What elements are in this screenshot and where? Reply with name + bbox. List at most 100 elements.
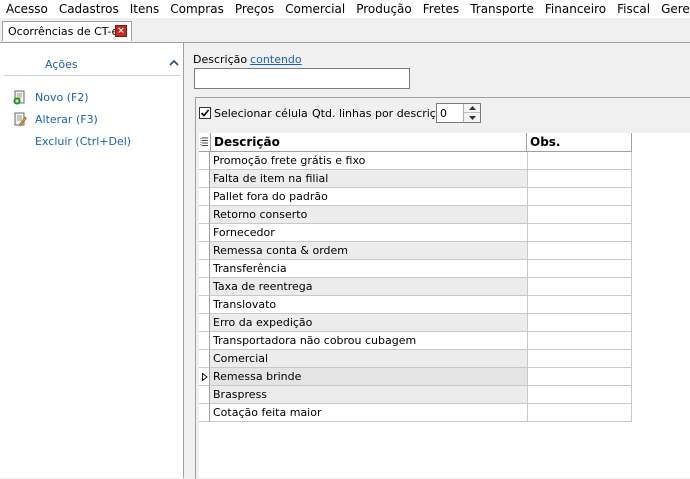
row-indicator[interactable] <box>199 368 210 386</box>
tab-ocorrencias-cte[interactable]: Ocorrências de CT-e × <box>2 21 132 41</box>
table-row[interactable]: Braspress <box>199 386 632 404</box>
cell-descricao[interactable]: Fornecedor <box>210 224 528 242</box>
menu-transporte[interactable]: Transporte <box>464 1 539 17</box>
row-indicator[interactable] <box>199 242 210 260</box>
row-indicator[interactable] <box>199 314 210 332</box>
cell-obs[interactable] <box>528 386 632 404</box>
edit-document-icon <box>14 112 27 127</box>
cell-descricao[interactable]: Comercial <box>210 350 528 368</box>
lines-per-description-label: Qtd. linhas por descrição <box>312 107 450 120</box>
new-document-icon <box>13 90 25 105</box>
menu-financeiro[interactable]: Financeiro <box>539 1 611 17</box>
menu-fiscal[interactable]: Fiscal <box>611 1 655 17</box>
actions-title: Ações <box>45 58 78 71</box>
select-cell-checkbox[interactable] <box>199 107 211 119</box>
select-cell-option[interactable]: Selecionar célula <box>199 103 308 123</box>
delete-action[interactable]: Excluir (Ctrl+Del) <box>12 132 131 150</box>
table-row[interactable]: Retorno conserto <box>199 206 632 224</box>
occurrences-grid: Descrição Obs. Promoção frete grátis e f… <box>199 133 690 478</box>
cell-descricao[interactable]: Cotação feita maior <box>210 404 528 422</box>
cell-descricao[interactable]: Taxa de reentrega <box>210 278 528 296</box>
menu-producao[interactable]: Produção <box>350 1 417 17</box>
cell-obs[interactable] <box>528 188 632 206</box>
table-row[interactable]: Promoção frete grátis e fixo <box>199 152 632 170</box>
row-indicator[interactable] <box>199 386 210 404</box>
chevron-up-icon[interactable] <box>168 57 180 69</box>
cell-obs[interactable] <box>528 278 632 296</box>
cell-obs[interactable] <box>528 368 632 386</box>
table-row[interactable]: Pallet fora do padrão <box>199 188 632 206</box>
column-chooser[interactable] <box>199 133 211 151</box>
menu-acesso[interactable]: Acesso <box>0 1 53 17</box>
menu-fretes[interactable]: Fretes <box>417 1 464 17</box>
table-row[interactable]: Comercial <box>199 350 632 368</box>
cell-descricao[interactable]: Braspress <box>210 386 528 404</box>
cell-descricao[interactable]: Transferência <box>210 260 528 278</box>
description-search-input[interactable] <box>194 68 410 89</box>
cell-obs[interactable] <box>528 260 632 278</box>
table-row[interactable]: Transportadora não cobrou cubagem <box>199 332 632 350</box>
row-indicator[interactable] <box>199 332 210 350</box>
menu-precos[interactable]: Preços <box>229 1 279 17</box>
table-row[interactable]: Remessa brinde <box>199 368 632 386</box>
row-indicator[interactable] <box>199 350 210 368</box>
table-row[interactable]: Erro da expedição <box>199 314 632 332</box>
close-icon[interactable]: × <box>115 25 127 37</box>
table-row[interactable]: Falta de item na filial <box>199 170 632 188</box>
table-row[interactable]: Remessa conta & ordem <box>199 242 632 260</box>
tab-title: Ocorrências de CT-e <box>8 25 119 38</box>
row-indicator[interactable] <box>199 296 210 314</box>
cell-descricao[interactable]: Pallet fora do padrão <box>210 188 528 206</box>
filter-mode-link[interactable]: contendo <box>250 53 302 66</box>
lines-per-description-stepper[interactable]: 0 <box>436 103 481 123</box>
grid-header: Descrição Obs. <box>199 133 632 152</box>
stepper-up-button[interactable] <box>464 104 480 113</box>
cell-descricao[interactable]: Remessa conta & ordem <box>210 242 528 260</box>
table-row[interactable]: Transferência <box>199 260 632 278</box>
row-indicator[interactable] <box>199 260 210 278</box>
row-indicator[interactable] <box>199 278 210 296</box>
cell-obs[interactable] <box>528 152 632 170</box>
edit-action[interactable]: Alterar (F3) <box>12 110 98 128</box>
row-indicator[interactable] <box>199 188 210 206</box>
cell-descricao[interactable]: Retorno conserto <box>210 206 528 224</box>
row-indicator[interactable] <box>199 152 210 170</box>
menu-cadastros[interactable]: Cadastros <box>53 1 124 17</box>
current-row-arrow-icon <box>202 373 208 381</box>
cell-obs[interactable] <box>528 404 632 422</box>
row-indicator[interactable] <box>199 404 210 422</box>
cell-descricao[interactable]: Promoção frete grátis e fixo <box>210 152 528 170</box>
row-indicator[interactable] <box>199 224 210 242</box>
menu-compras[interactable]: Compras <box>164 1 229 17</box>
column-chooser-icon <box>200 137 208 146</box>
cell-obs[interactable] <box>528 242 632 260</box>
new-action[interactable]: Novo (F2) <box>12 88 89 106</box>
cell-obs[interactable] <box>528 332 632 350</box>
menu-gerencial[interactable]: Gerencial <box>655 1 690 17</box>
table-row[interactable]: Taxa de reentrega <box>199 278 632 296</box>
cell-obs[interactable] <box>528 170 632 188</box>
cell-obs[interactable] <box>528 224 632 242</box>
cell-descricao[interactable]: Erro da expedição <box>210 314 528 332</box>
cell-descricao[interactable]: Transportadora não cobrou cubagem <box>210 332 528 350</box>
cell-descricao[interactable]: Translovato <box>210 296 528 314</box>
cell-obs[interactable] <box>528 296 632 314</box>
table-row[interactable]: Translovato <box>199 296 632 314</box>
table-row[interactable]: Cotação feita maior <box>199 404 632 422</box>
cell-obs[interactable] <box>528 206 632 224</box>
cell-descricao[interactable]: Remessa brinde <box>210 368 528 386</box>
menu-comercial[interactable]: Comercial <box>279 1 350 17</box>
menu-itens[interactable]: Itens <box>124 1 164 17</box>
row-indicator[interactable] <box>199 206 210 224</box>
cell-obs[interactable] <box>528 314 632 332</box>
cell-descricao[interactable]: Falta de item na filial <box>210 170 528 188</box>
actions-header[interactable]: Ações <box>4 53 180 76</box>
column-header-descricao[interactable]: Descrição <box>211 133 527 151</box>
lines-value[interactable]: 0 <box>440 107 447 120</box>
row-indicator[interactable] <box>199 170 210 188</box>
table-row[interactable]: Fornecedor <box>199 224 632 242</box>
column-header-obs[interactable]: Obs. <box>528 133 632 151</box>
cell-obs[interactable] <box>528 350 632 368</box>
stepper-down-button[interactable] <box>464 113 480 122</box>
checkmark-icon <box>200 109 210 117</box>
